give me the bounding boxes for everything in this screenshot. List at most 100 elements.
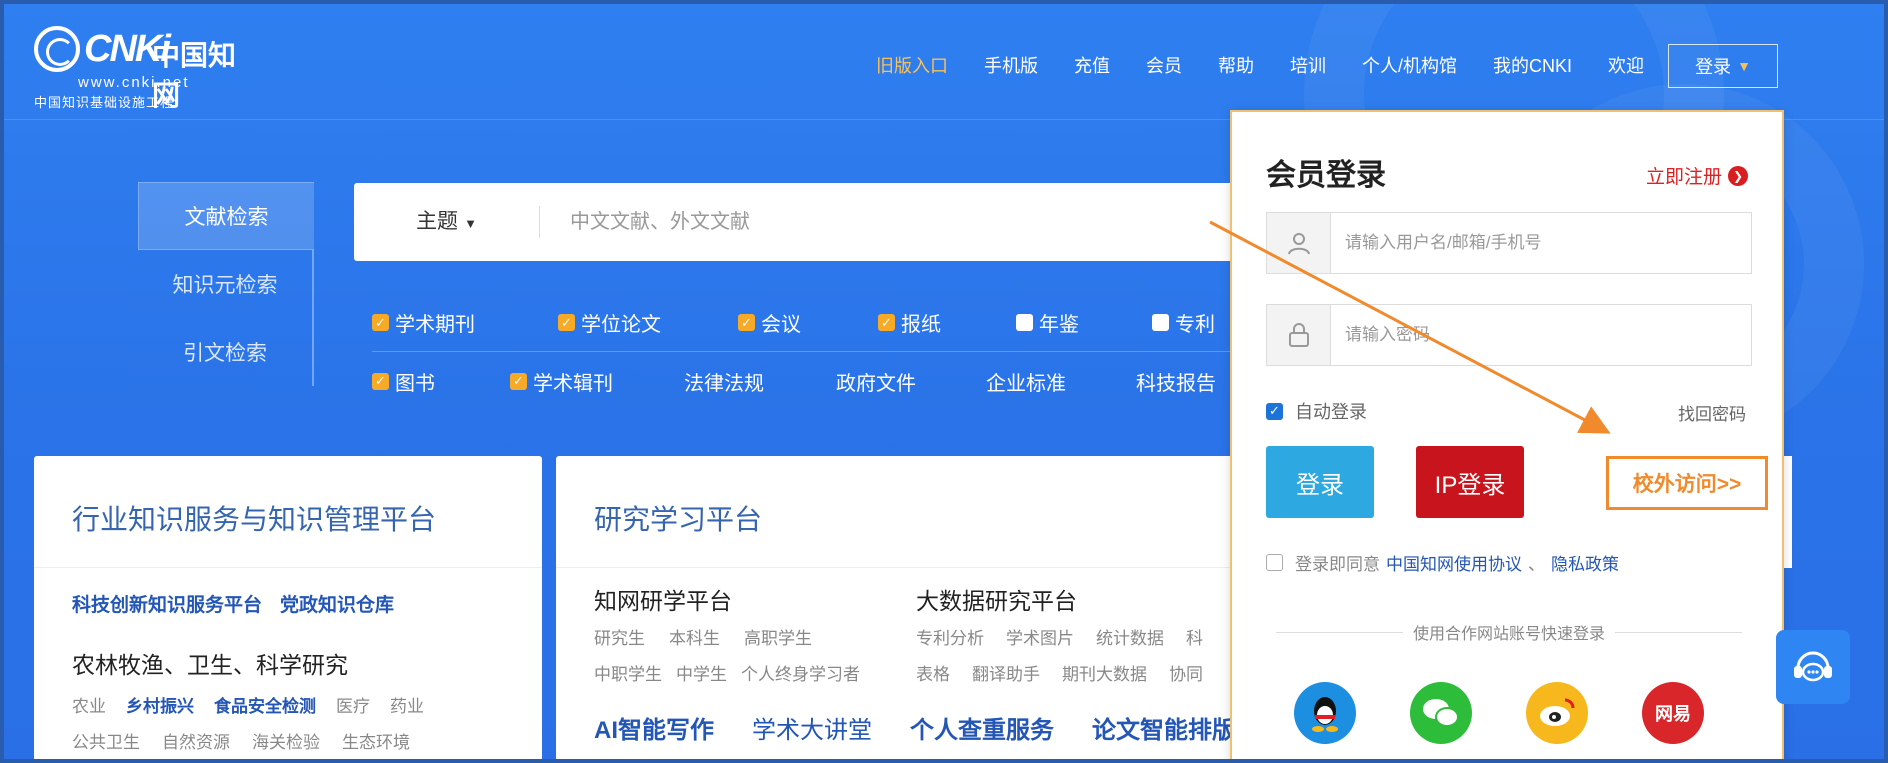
netease-login-icon[interactable]: 网易 xyxy=(1642,682,1704,744)
tab-knowledge-element-search[interactable]: 知识元检索 xyxy=(138,250,314,318)
nav-help[interactable]: 帮助 xyxy=(1218,52,1254,78)
nav-member[interactable]: 会员 xyxy=(1146,52,1182,78)
link-plagiarism-check[interactable]: 个人查重服务 xyxy=(910,710,1054,745)
link-vocational[interactable]: 高职学生 xyxy=(744,624,812,649)
link-tech-innovation[interactable]: 科技创新知识服务平台 xyxy=(72,590,262,617)
nav-welcome: 欢迎 xyxy=(1608,56,1644,76)
filter-journal[interactable]: ✓ 学术期刊 xyxy=(372,308,558,337)
filter-label: 学术辑刊 xyxy=(533,372,613,395)
checkbox-unchecked-icon xyxy=(1152,314,1169,331)
filter-label: 专利 xyxy=(1175,314,1215,336)
link-lifelong[interactable]: 个人终身学习者 xyxy=(741,660,860,685)
qq-login-icon[interactable] xyxy=(1294,682,1356,744)
cnki-study-platform[interactable]: 知网研学平台 xyxy=(594,582,732,616)
header-login-button[interactable]: 登录 ▼ xyxy=(1668,44,1778,88)
checkbox-checked-icon: ✓ xyxy=(510,372,527,390)
off-campus-access-button[interactable]: 校外访问>> xyxy=(1606,456,1768,510)
link-rural-revitalization[interactable]: 乡村振兴 xyxy=(126,692,194,717)
link-smart-layout[interactable]: 论文智能排版 xyxy=(1092,710,1236,745)
filter-patent[interactable]: 专利 xyxy=(1152,308,1242,337)
link-customs[interactable]: 海关检验 xyxy=(252,728,320,753)
filter-gov-docs[interactable]: 政府文件 xyxy=(836,367,986,396)
terms-link[interactable]: 中国知网使用协议 xyxy=(1386,550,1522,575)
password-input[interactable] xyxy=(1345,325,1725,345)
wechat-login-icon[interactable] xyxy=(1410,682,1472,744)
nav-personal-institution[interactable]: 个人/机构馆 xyxy=(1362,52,1457,78)
link-party-knowledge[interactable]: 党政知识仓库 xyxy=(280,590,394,617)
username-field xyxy=(1266,212,1752,274)
filter-label: 年鉴 xyxy=(1039,314,1079,336)
nav-training[interactable]: 培训 xyxy=(1290,52,1326,78)
link-secondary-vocational[interactable]: 中职学生 xyxy=(594,660,662,685)
register-label: 立即注册 xyxy=(1645,167,1722,188)
checkbox-checked-icon: ✓ xyxy=(878,314,895,331)
caret-down-icon: ▼ xyxy=(464,216,477,231)
big-data-platform[interactable]: 大数据研究平台 xyxy=(916,582,1077,616)
filter-book[interactable]: ✓ 图书 xyxy=(372,367,510,396)
link-public-health[interactable]: 公共卫生 xyxy=(72,728,140,753)
link-undergrad[interactable]: 本科生 xyxy=(669,624,720,649)
link-pharma[interactable]: 药业 xyxy=(390,692,424,717)
link-food-safety[interactable]: 食品安全检测 xyxy=(214,692,316,717)
tab-literature-search[interactable]: 文献检索 xyxy=(138,182,314,250)
checkbox-unchecked-icon xyxy=(1016,314,1033,331)
nav-mobile[interactable]: 手机版 xyxy=(984,52,1038,78)
card-title: 行业知识服务与知识管理平台 xyxy=(34,456,542,568)
link-ai-writing[interactable]: AI智能写作 xyxy=(594,710,714,745)
link-medical[interactable]: 医疗 xyxy=(336,692,370,717)
link-agriculture[interactable]: 农业 xyxy=(72,692,106,717)
search-field-select[interactable]: 主题 ▼ xyxy=(354,206,540,238)
link-graduate[interactable]: 研究生 xyxy=(594,624,645,649)
header-login-label: 登录 xyxy=(1695,57,1732,77)
agree-prefix: 登录即同意 xyxy=(1295,555,1380,574)
customer-service-button[interactable] xyxy=(1776,630,1850,704)
login-button[interactable]: 登录 xyxy=(1266,446,1374,518)
link-natural-resources[interactable]: 自然资源 xyxy=(162,728,230,753)
link-middle-school[interactable]: 中学生 xyxy=(676,660,727,685)
partner-login-text: 使用合作网站账号快速登录 xyxy=(1413,626,1606,643)
weibo-login-icon[interactable] xyxy=(1526,682,1588,744)
link-journal-bigdata[interactable]: 期刊大数据 xyxy=(1062,660,1147,685)
link-statistics[interactable]: 统计数据 xyxy=(1096,624,1164,649)
link-collab[interactable]: 协同 xyxy=(1169,660,1203,685)
filter-row-2: ✓ 图书 ✓ 学术辑刊 法律法规 政府文件 企业标准 科技报告 xyxy=(372,352,1242,410)
checkbox-unchecked-icon xyxy=(1266,554,1283,571)
nav-old-version[interactable]: 旧版入口 xyxy=(876,52,948,78)
filter-laws[interactable]: 法律法规 xyxy=(684,367,836,396)
link-translation[interactable]: 翻译助手 xyxy=(972,660,1040,685)
filter-enterprise-standards[interactable]: 企业标准 xyxy=(986,367,1136,396)
filter-label: 图书 xyxy=(395,372,435,395)
search-input[interactable] xyxy=(570,210,1130,234)
divider-line xyxy=(1276,631,1403,633)
link-ecology[interactable]: 生态环境 xyxy=(342,728,410,753)
register-link[interactable]: 立即注册 ❯ xyxy=(1646,162,1748,189)
forgot-password-link[interactable]: 找回密码 xyxy=(1678,400,1746,425)
filter-conference[interactable]: ✓ 会议 xyxy=(738,308,878,337)
nav-my-cnki[interactable]: 我的CNKI xyxy=(1493,52,1572,78)
ip-login-button[interactable]: IP登录 xyxy=(1416,446,1524,518)
link-patent-analysis[interactable]: 专利分析 xyxy=(916,624,984,649)
partner-login-divider: 使用合作网站账号快速登录 xyxy=(1276,622,1743,643)
header: CNKi 中国知网 www.cnki.net 中国知识基础设施工程 旧版入口 手… xyxy=(4,4,1884,120)
filter-thesis[interactable]: ✓ 学位论文 xyxy=(558,308,738,337)
link-sci[interactable]: 科 xyxy=(1186,624,1203,649)
filter-academic-collection[interactable]: ✓ 学术辑刊 xyxy=(510,367,684,396)
link-lecture[interactable]: 学术大讲堂 xyxy=(752,710,872,745)
username-input[interactable] xyxy=(1345,233,1725,253)
privacy-link[interactable]: 隐私政策 xyxy=(1551,550,1619,575)
agreement-checkbox[interactable]: 登录即同意 中国知网使用协议、隐私政策 xyxy=(1266,550,1619,575)
research-learning-card: 研究学习平台 知网研学平台 研究生 本科生 高职学生 中职学生 中学生 个人终身… xyxy=(556,456,1236,759)
headset-icon xyxy=(1794,651,1832,682)
nav-recharge[interactable]: 充值 xyxy=(1074,52,1110,78)
filter-tech-reports[interactable]: 科技报告 xyxy=(1136,367,1236,396)
cnki-logo[interactable]: CNKi 中国知网 www.cnki.net 中国知识基础设施工程 xyxy=(34,26,254,112)
user-icon xyxy=(1267,213,1331,273)
logo-subtitle: 中国知识基础设施工程 xyxy=(34,95,175,110)
tab-citation-search[interactable]: 引文检索 xyxy=(138,318,314,386)
auto-login-checkbox[interactable]: ✓ 自动登录 xyxy=(1266,398,1367,424)
link-academic-images[interactable]: 学术图片 xyxy=(1006,624,1074,649)
filter-newspaper[interactable]: ✓ 报纸 xyxy=(878,308,1016,337)
login-title: 会员登录 xyxy=(1266,159,1386,192)
link-tables[interactable]: 表格 xyxy=(916,660,950,685)
filter-yearbook[interactable]: 年鉴 xyxy=(1016,308,1152,337)
